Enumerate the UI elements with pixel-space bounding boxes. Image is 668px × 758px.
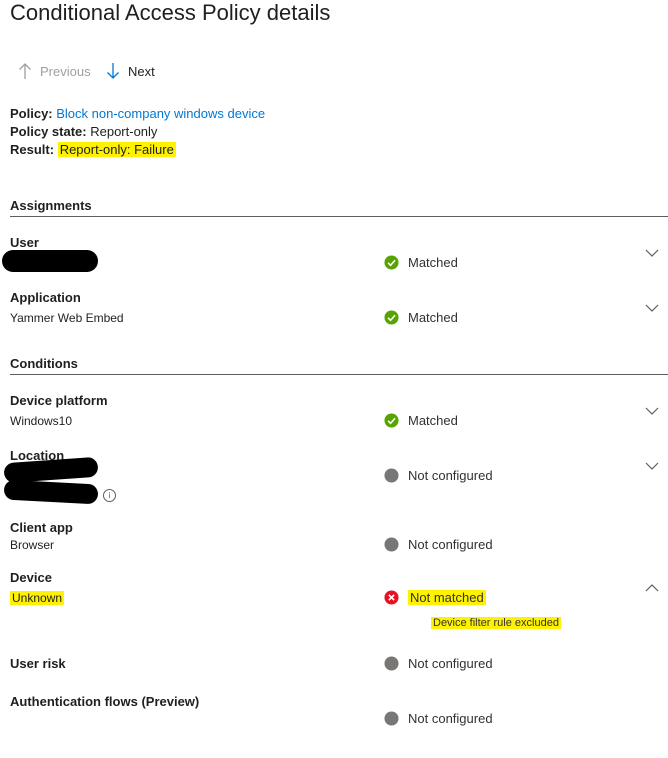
device-platform-row-value: Windows10 — [10, 414, 73, 428]
device-platform-status-text: Matched — [408, 413, 458, 428]
user-status-text: Matched — [408, 255, 458, 270]
previous-label: Previous — [40, 63, 91, 79]
device-status: Not matched — [384, 590, 486, 605]
client-app-row-value: Browser — [10, 538, 55, 552]
check-circle-icon — [384, 255, 399, 270]
gray-dot-icon — [384, 537, 399, 552]
user-row-name: User — [10, 235, 39, 250]
user-risk-row-name: User risk — [10, 656, 66, 671]
application-status-text: Matched — [408, 310, 458, 325]
device-platform-row-name: Device platform — [10, 393, 108, 408]
policy-label: Policy: — [10, 106, 53, 121]
client-app-status: Not configured — [384, 537, 493, 552]
application-status: Matched — [384, 310, 458, 325]
user-status: Matched — [384, 255, 458, 270]
chevron-up-icon[interactable] — [644, 580, 660, 596]
device-status-detail: Device filter rule excluded — [431, 617, 561, 629]
result-line: Result: Report-only: Failure — [10, 142, 176, 157]
device-platform-status: Matched — [384, 413, 458, 428]
chevron-down-icon[interactable] — [644, 458, 660, 474]
result-label: Result: — [10, 142, 55, 157]
previous-button[interactable]: Previous — [18, 62, 91, 80]
next-label: Next — [128, 63, 155, 79]
device-row-name: Device — [10, 570, 52, 585]
assignments-divider — [10, 216, 668, 217]
policy-link[interactable]: Block non-company windows device — [56, 106, 265, 121]
policy-line: Policy: Block non-company windows device — [10, 106, 265, 121]
client-app-status-text: Not configured — [408, 537, 493, 552]
chevron-down-icon[interactable] — [644, 245, 660, 261]
application-row-value: Yammer Web Embed — [10, 311, 124, 325]
redacted-location — [3, 479, 99, 505]
client-app-row-name: Client app — [10, 520, 73, 535]
arrow-down-icon — [107, 63, 119, 79]
check-circle-icon — [384, 413, 399, 428]
arrow-up-icon — [19, 63, 31, 79]
device-status-text: Not matched — [408, 590, 486, 605]
gray-dot-icon — [384, 711, 399, 726]
policy-state-value: Report-only — [90, 124, 158, 139]
auth-flows-row-name: Authentication flows (Preview) — [10, 694, 200, 709]
gray-dot-icon — [384, 468, 399, 483]
user-risk-status-text: Not configured — [408, 656, 493, 671]
conditions-heading: Conditions — [10, 356, 78, 371]
info-icon[interactable]: i — [103, 489, 116, 502]
location-status-text: Not configured — [408, 468, 493, 483]
redacted-user — [2, 250, 98, 272]
assignments-heading: Assignments — [10, 198, 92, 213]
location-status: Not configured — [384, 468, 493, 483]
application-row-name: Application — [10, 290, 81, 305]
chevron-down-icon[interactable] — [644, 300, 660, 316]
policy-state-line: Policy state: Report-only — [10, 124, 157, 139]
auth-flows-status-text: Not configured — [408, 711, 493, 726]
conditions-divider — [10, 374, 668, 375]
auth-flows-status: Not configured — [384, 711, 493, 726]
error-circle-icon — [384, 590, 399, 605]
next-button[interactable]: Next — [106, 62, 155, 80]
policy-state-label: Policy state: — [10, 124, 87, 139]
page-title: Conditional Access Policy details — [10, 0, 331, 25]
result-value: Report-only: Failure — [57, 142, 176, 157]
check-circle-icon — [384, 310, 399, 325]
gray-dot-icon — [384, 656, 399, 671]
chevron-down-icon[interactable] — [644, 403, 660, 419]
user-risk-status: Not configured — [384, 656, 493, 671]
device-row-value: Unknown — [10, 591, 65, 605]
